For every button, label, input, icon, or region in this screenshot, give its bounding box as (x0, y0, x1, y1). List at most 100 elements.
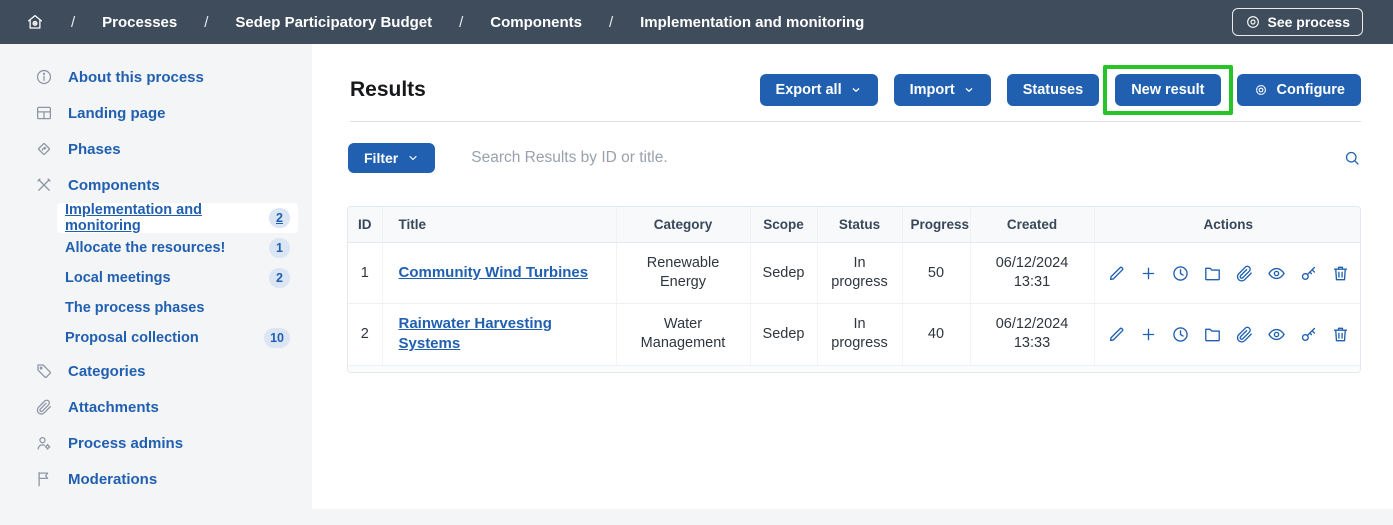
filter-label: Filter (364, 150, 398, 166)
cell-id: 2 (348, 304, 382, 365)
header-title: Title (382, 207, 616, 243)
sidebar-item-categories[interactable]: Categories (0, 353, 312, 389)
sidebar-item-components[interactable]: Components (0, 167, 312, 203)
see-process-label: See process (1268, 14, 1351, 30)
sidebar-item-label: Components (68, 177, 160, 194)
sidebar-item-process-admins[interactable]: Process admins (0, 425, 312, 461)
cell-progress: 40 (902, 304, 970, 365)
attachments-icon[interactable] (1235, 325, 1254, 344)
breadcrumb-separator: / (459, 14, 463, 31)
chevron-down-icon (407, 152, 419, 164)
header-category: Category (616, 207, 750, 243)
count-badge: 2 (269, 268, 290, 288)
row-actions (1103, 264, 1355, 283)
sidebar-item-about[interactable]: About this process (0, 59, 312, 95)
table-header-row: ID Title Category Scope Status Progress … (348, 207, 1361, 243)
sidebar-item-label: Moderations (68, 471, 157, 488)
breadcrumb-separator: / (204, 14, 208, 31)
configure-label: Configure (1277, 82, 1345, 98)
breadcrumb-processes[interactable]: Processes (102, 14, 177, 31)
new-result-label: New result (1131, 82, 1204, 98)
folder-icon[interactable] (1203, 325, 1222, 344)
chevron-down-icon (850, 84, 862, 96)
tools-icon (35, 176, 53, 194)
search-input[interactable] (471, 149, 1343, 167)
search-icon[interactable] (1343, 149, 1361, 167)
result-title-link[interactable]: Rainwater Harvesting Systems (399, 314, 608, 355)
cell-category: Renewable Energy (616, 243, 750, 304)
sidebar-item-label: About this process (68, 69, 204, 86)
chevron-down-icon (963, 84, 975, 96)
import-button[interactable]: Import (894, 74, 991, 106)
sidebar-item-phases[interactable]: Phases (0, 131, 312, 167)
header-created: Created (970, 207, 1094, 243)
delete-icon[interactable] (1331, 325, 1350, 344)
result-title-link[interactable]: Community Wind Turbines (399, 263, 589, 283)
history-icon[interactable] (1171, 325, 1190, 344)
preview-icon[interactable] (1267, 264, 1286, 283)
header-divider (350, 121, 1361, 122)
paperclip-icon (35, 398, 53, 416)
sidebar-subitem-allocate-the-resources[interactable]: Allocate the resources! 1 (57, 233, 298, 263)
cell-category: Water Management (616, 304, 750, 365)
sidebar-item-landing-page[interactable]: Landing page (0, 95, 312, 131)
history-icon[interactable] (1171, 264, 1190, 283)
breadcrumb-separator: / (71, 14, 75, 31)
sidebar-subitem-label: Local meetings (65, 270, 171, 286)
home-icon[interactable] (26, 13, 44, 31)
new-result-button[interactable]: New result (1115, 74, 1220, 106)
table-footer-strip (348, 365, 1360, 372)
header-scope: Scope (750, 207, 817, 243)
statuses-button[interactable]: Statuses (1007, 74, 1099, 106)
filter-search-row: Filter (348, 143, 1361, 173)
main-content: Results Export all Import Statuses New r… (312, 44, 1393, 509)
permissions-icon[interactable] (1299, 325, 1318, 344)
results-table: ID Title Category Scope Status Progress … (347, 206, 1361, 373)
permissions-icon[interactable] (1299, 264, 1318, 283)
delete-icon[interactable] (1331, 264, 1350, 283)
count-badge: 2 (269, 208, 290, 228)
see-process-button[interactable]: See process (1232, 8, 1364, 36)
sidebar-item-moderations[interactable]: Moderations (0, 461, 312, 497)
export-all-button[interactable]: Export all (760, 74, 878, 106)
toolbar: Export all Import Statuses New result (760, 74, 1361, 106)
flag-icon (35, 470, 53, 488)
sidebar-subitem-proposal-collection[interactable]: Proposal collection 10 (57, 323, 298, 353)
sidebar-subitem-the-process-phases[interactable]: The process phases (57, 293, 298, 323)
sidebar-subitem-implementation-and-monitoring[interactable]: Implementation and monitoring 2 (57, 203, 298, 233)
cell-status: In progress (829, 254, 891, 292)
row-actions (1103, 325, 1355, 344)
breadcrumb-process-name[interactable]: Sedep Participatory Budget (235, 14, 432, 31)
sidebar-subitem-local-meetings[interactable]: Local meetings 2 (57, 263, 298, 293)
filter-button[interactable]: Filter (348, 143, 435, 173)
configure-button[interactable]: Configure (1237, 74, 1361, 106)
layout-icon (35, 104, 53, 122)
breadcrumb-current-component[interactable]: Implementation and monitoring (640, 14, 864, 31)
sidebar-item-label: Landing page (68, 105, 166, 122)
header-actions: Actions (1094, 207, 1361, 243)
sidebar-subitem-label: Implementation and monitoring (65, 202, 269, 234)
sidebar-subitem-label: Allocate the resources! (65, 240, 225, 256)
add-icon[interactable] (1139, 325, 1158, 344)
add-icon[interactable] (1139, 264, 1158, 283)
folder-icon[interactable] (1203, 264, 1222, 283)
sidebar-item-attachments[interactable]: Attachments (0, 389, 312, 425)
tag-icon (35, 362, 53, 380)
cell-scope: Sedep (750, 304, 817, 365)
edit-icon[interactable] (1107, 264, 1126, 283)
preview-icon[interactable] (1267, 325, 1286, 344)
edit-icon[interactable] (1107, 325, 1126, 344)
highlight-box: New result (1103, 65, 1232, 115)
cell-id: 1 (348, 243, 382, 304)
page-title: Results (350, 78, 426, 102)
table-row: 2 Rainwater Harvesting Systems Water Man… (348, 304, 1361, 365)
sidebar-subitem-label: The process phases (65, 300, 204, 316)
info-icon (35, 68, 53, 86)
header-id: ID (348, 207, 382, 243)
attachments-icon[interactable] (1235, 264, 1254, 283)
breadcrumb-components[interactable]: Components (490, 14, 582, 31)
sidebar-item-label: Process admins (68, 435, 183, 452)
count-badge: 10 (264, 328, 290, 348)
user-gear-icon (35, 434, 53, 452)
export-all-label: Export all (776, 82, 842, 98)
